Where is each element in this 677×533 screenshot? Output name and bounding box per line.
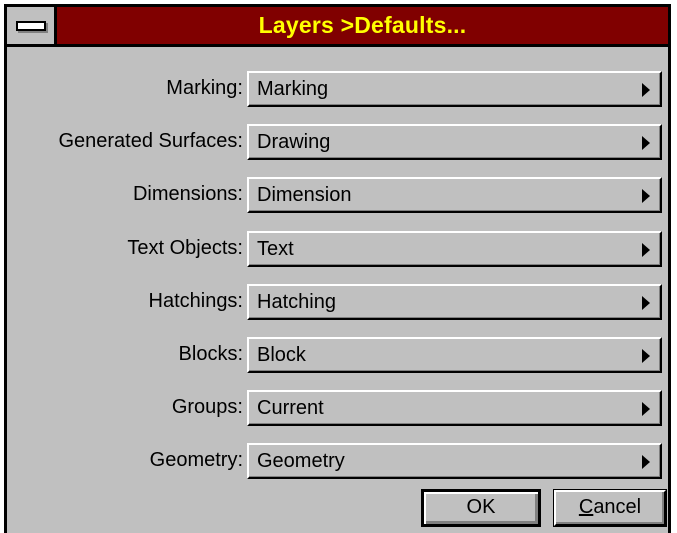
dropdown-value-generated-surfaces: Drawing [257,131,331,153]
field-row-geometry: Geometry: Geometry [7,443,668,479]
right-triangle-arrow-icon [642,402,650,416]
dropdown-value-marking: Marking [257,78,329,100]
window-title: Layers >Defaults... [258,12,467,38]
dropdown-value-hatchings: Hatching [257,291,336,313]
dropdown-text-objects[interactable]: Text [247,231,662,267]
field-row-generated-surfaces: Generated Surfaces: Drawing [7,124,668,160]
layers-defaults-dialog: Layers >Defaults... Marking: Marking Gen… [4,4,671,533]
dropdown-value-text-objects: Text [257,238,294,260]
field-label-blocks: Blocks: [178,343,243,365]
field-label-text-objects: Text Objects: [127,237,243,259]
field-row-blocks: Blocks: Block [7,337,668,373]
right-triangle-arrow-icon [642,136,650,150]
dropdown-value-blocks: Block [257,344,306,366]
field-label-groups: Groups: [171,396,243,418]
field-row-marking: Marking: Marking [7,71,668,107]
field-row-hatchings: Hatchings: Hatching [7,284,668,320]
dropdown-value-dimensions: Dimension [257,184,352,206]
dropdown-value-geometry: Geometry [257,450,345,472]
field-label-marking: Marking: [166,77,243,99]
ok-button[interactable]: OK [421,489,541,527]
right-triangle-arrow-icon [642,243,650,257]
right-triangle-arrow-icon [642,455,650,469]
dropdown-groups[interactable]: Current [247,390,662,426]
field-label-hatchings: Hatchings: [148,290,244,312]
dropdown-geometry[interactable]: Geometry [247,443,662,479]
dropdown-dimensions[interactable]: Dimension [247,177,662,213]
field-label-generated-surfaces: Generated Surfaces: [58,130,243,152]
field-row-dimensions: Dimensions: Dimension [7,177,668,213]
dropdown-blocks[interactable]: Block [247,337,662,373]
system-menu-icon [16,21,46,31]
field-row-groups: Groups: Current [7,390,668,426]
dropdown-hatchings[interactable]: Hatching [247,284,662,320]
field-row-text-objects: Text Objects: Text [7,231,668,267]
ok-button-label: OK [466,496,496,518]
dropdown-generated-surfaces[interactable]: Drawing [247,124,662,160]
right-triangle-arrow-icon [642,296,650,310]
dropdown-value-groups: Current [257,397,324,419]
system-menu-button[interactable] [7,7,57,44]
cancel-button[interactable]: Cancel [554,490,666,526]
dropdown-marking[interactable]: Marking [247,71,662,107]
title-bar: Layers >Defaults... [7,7,668,47]
field-label-geometry: Geometry: [149,449,243,471]
right-triangle-arrow-icon [642,349,650,363]
right-triangle-arrow-icon [642,189,650,203]
cancel-button-label: ancel [593,496,642,518]
cancel-button-mnemonic: C [578,496,594,518]
field-label-dimensions: Dimensions: [132,183,243,205]
right-triangle-arrow-icon [642,83,650,97]
